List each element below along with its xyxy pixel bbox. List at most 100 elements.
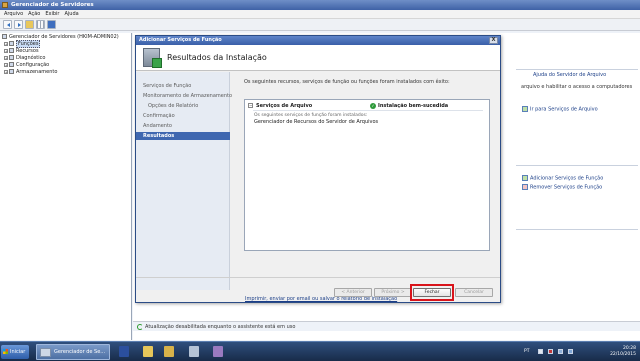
menu-ajuda[interactable]: Ajuda: [65, 10, 79, 18]
results-content: Os seguintes recursos, serviços de funçã…: [236, 72, 496, 302]
step-andamento: Andamento: [143, 123, 172, 129]
navigation-tree: Gerenciador de Servidores (HKIM-ADMIN02)…: [0, 33, 132, 340]
success-check-icon: ✓: [370, 103, 376, 109]
results-message: Os seguintes recursos, serviços de funçã…: [244, 79, 450, 85]
tree-item-label: Configuração: [16, 62, 50, 68]
menu-acao[interactable]: Ação: [28, 10, 40, 18]
language-indicator[interactable]: PT: [524, 349, 529, 354]
server-roles-icon: [143, 48, 162, 68]
remove-role-services-link[interactable]: Remover Serviços de Função: [522, 184, 602, 191]
action-center-icon[interactable]: [548, 349, 553, 354]
install-status: Instalação bem-sucedida: [378, 103, 449, 109]
goto-link-label: Ir para Serviços de Arquivo: [530, 106, 598, 113]
network-icon[interactable]: [538, 349, 543, 354]
dialog-footer: < Anterior Próximo > Fechar Cancelar: [136, 277, 500, 302]
display-icon[interactable]: [568, 349, 573, 354]
expand-icon[interactable]: +: [4, 55, 8, 60]
wizard-steps: Serviços de Função Monitoramento de Arma…: [136, 72, 233, 290]
expand-icon[interactable]: +: [4, 41, 8, 46]
tree-item-funcoes[interactable]: + Funções: [4, 40, 41, 48]
close-icon[interactable]: X: [489, 37, 498, 44]
help-link[interactable]: Ajuda do Servidor de Arquivo: [533, 72, 606, 78]
step-monitoramento: Monitoramento de Armazenamento: [143, 93, 233, 99]
configuration-icon: [9, 62, 14, 67]
tree-item-label: Armazenamento: [16, 69, 58, 75]
menu-exibir[interactable]: Exibir: [45, 10, 59, 18]
step-opcoes-relatorio: Opções de Relatório: [148, 103, 199, 109]
next-button[interactable]: Próximo >: [374, 288, 412, 297]
add-role-services-link[interactable]: Adicionar Serviços de Função: [522, 175, 603, 182]
powershell-icon[interactable]: [119, 346, 129, 357]
expand-icon[interactable]: +: [4, 62, 8, 67]
tree-item-recursos[interactable]: + Recursos: [4, 48, 39, 55]
role-name: Serviços de Arquivo: [256, 103, 313, 109]
results-list: − Serviços de Arquivo ✓ Instalação bem-s…: [244, 99, 490, 251]
divider: [253, 110, 483, 111]
server-icon: [2, 34, 7, 39]
expand-icon[interactable]: +: [4, 69, 8, 74]
server-manager-icon: [40, 348, 51, 357]
remove-icon: [522, 184, 528, 190]
dialog-title: Adicionar Serviços de Função: [139, 37, 222, 43]
menu-bar: Arquivo Ação Exibir Ajuda: [0, 10, 640, 19]
dialog-header: Resultados da Instalação: [136, 45, 500, 71]
roles-icon: [9, 41, 14, 46]
clock[interactable]: 20:28 22/10/2015: [610, 346, 636, 358]
add-icon: [522, 175, 528, 181]
back-icon[interactable]: [3, 20, 12, 29]
features-icon: [9, 48, 14, 53]
add-link-label: Adicionar Serviços de Função: [530, 175, 604, 182]
installed-services-caption: Os seguintes serviços de função foram in…: [254, 113, 368, 118]
file-services-icon: [522, 106, 528, 112]
help-icon[interactable]: [47, 20, 56, 29]
page-title: Resultados da Instalação: [167, 53, 267, 62]
previous-button[interactable]: < Anterior: [334, 288, 372, 297]
show-hide-tree-icon[interactable]: [36, 20, 45, 29]
step-confirmacao: Confirmação: [143, 113, 175, 119]
taskbar: Iniciar Gerenciador de Se... PT 20:28 22…: [0, 341, 640, 361]
tree-item-diagnostico[interactable]: + Diagnóstico: [4, 55, 45, 62]
description-text: arquivo e habilitar o acesso a computado…: [521, 84, 633, 90]
server-manager-icon: [2, 2, 8, 8]
window-title: Gerenciador de Servidores: [11, 2, 94, 8]
close-button-highlight: [410, 284, 454, 301]
app-icon[interactable]: [213, 346, 223, 357]
dialog-titlebar: Adicionar Serviços de Função X: [136, 36, 500, 45]
clock-date: 22/10/2015: [610, 352, 636, 357]
tools-icon[interactable]: [164, 346, 174, 357]
menu-arquivo[interactable]: Arquivo: [4, 10, 23, 18]
system-tray: PT 20:28 22/10/2015: [524, 343, 640, 361]
status-bar: Atualização desabilitada enquanto o assi…: [133, 321, 640, 331]
cancel-button[interactable]: Cancelar: [455, 288, 493, 297]
tree-item-configuracao[interactable]: + Configuração: [4, 62, 49, 69]
media-icon[interactable]: [189, 346, 199, 357]
volume-icon[interactable]: [558, 349, 563, 354]
tree-item-label: Diagnóstico: [16, 55, 46, 61]
status-text: Atualização desabilitada enquanto o assi…: [145, 324, 296, 330]
taskbar-item-label: Gerenciador de Se...: [54, 349, 106, 355]
toolbar: [0, 19, 640, 31]
step-resultados: Resultados: [136, 132, 230, 140]
refresh-icon: [137, 323, 143, 330]
divider: [516, 229, 638, 230]
add-role-services-dialog: Adicionar Serviços de Função X Resultado…: [135, 35, 501, 303]
goto-file-services-link[interactable]: Ir para Serviços de Arquivo: [522, 106, 598, 113]
tree-item-label: Funções: [16, 40, 41, 48]
divider: [516, 165, 638, 166]
taskbar-item-server-manager[interactable]: Gerenciador de Se...: [36, 344, 110, 360]
tree-item-label: Recursos: [16, 48, 39, 54]
window-titlebar: Gerenciador de Servidores: [0, 0, 640, 10]
diagnostics-icon: [9, 55, 14, 60]
start-button[interactable]: Iniciar: [1, 345, 29, 359]
folder-up-icon[interactable]: [25, 20, 34, 29]
storage-icon: [9, 69, 14, 74]
divider: [516, 69, 638, 70]
result-row: − Serviços de Arquivo ✓ Instalação bem-s…: [247, 102, 487, 110]
tree-item-armazenamento[interactable]: + Armazenamento: [4, 69, 57, 76]
expand-icon[interactable]: +: [4, 48, 8, 53]
collapse-icon[interactable]: −: [248, 103, 253, 108]
explorer-folder-icon[interactable]: [143, 346, 153, 357]
installed-service-name: Gerenciador de Recursos do Servidor de A…: [254, 119, 379, 125]
forward-icon[interactable]: [14, 20, 23, 29]
step-servicos-funcao: Serviços de Função: [143, 83, 192, 89]
